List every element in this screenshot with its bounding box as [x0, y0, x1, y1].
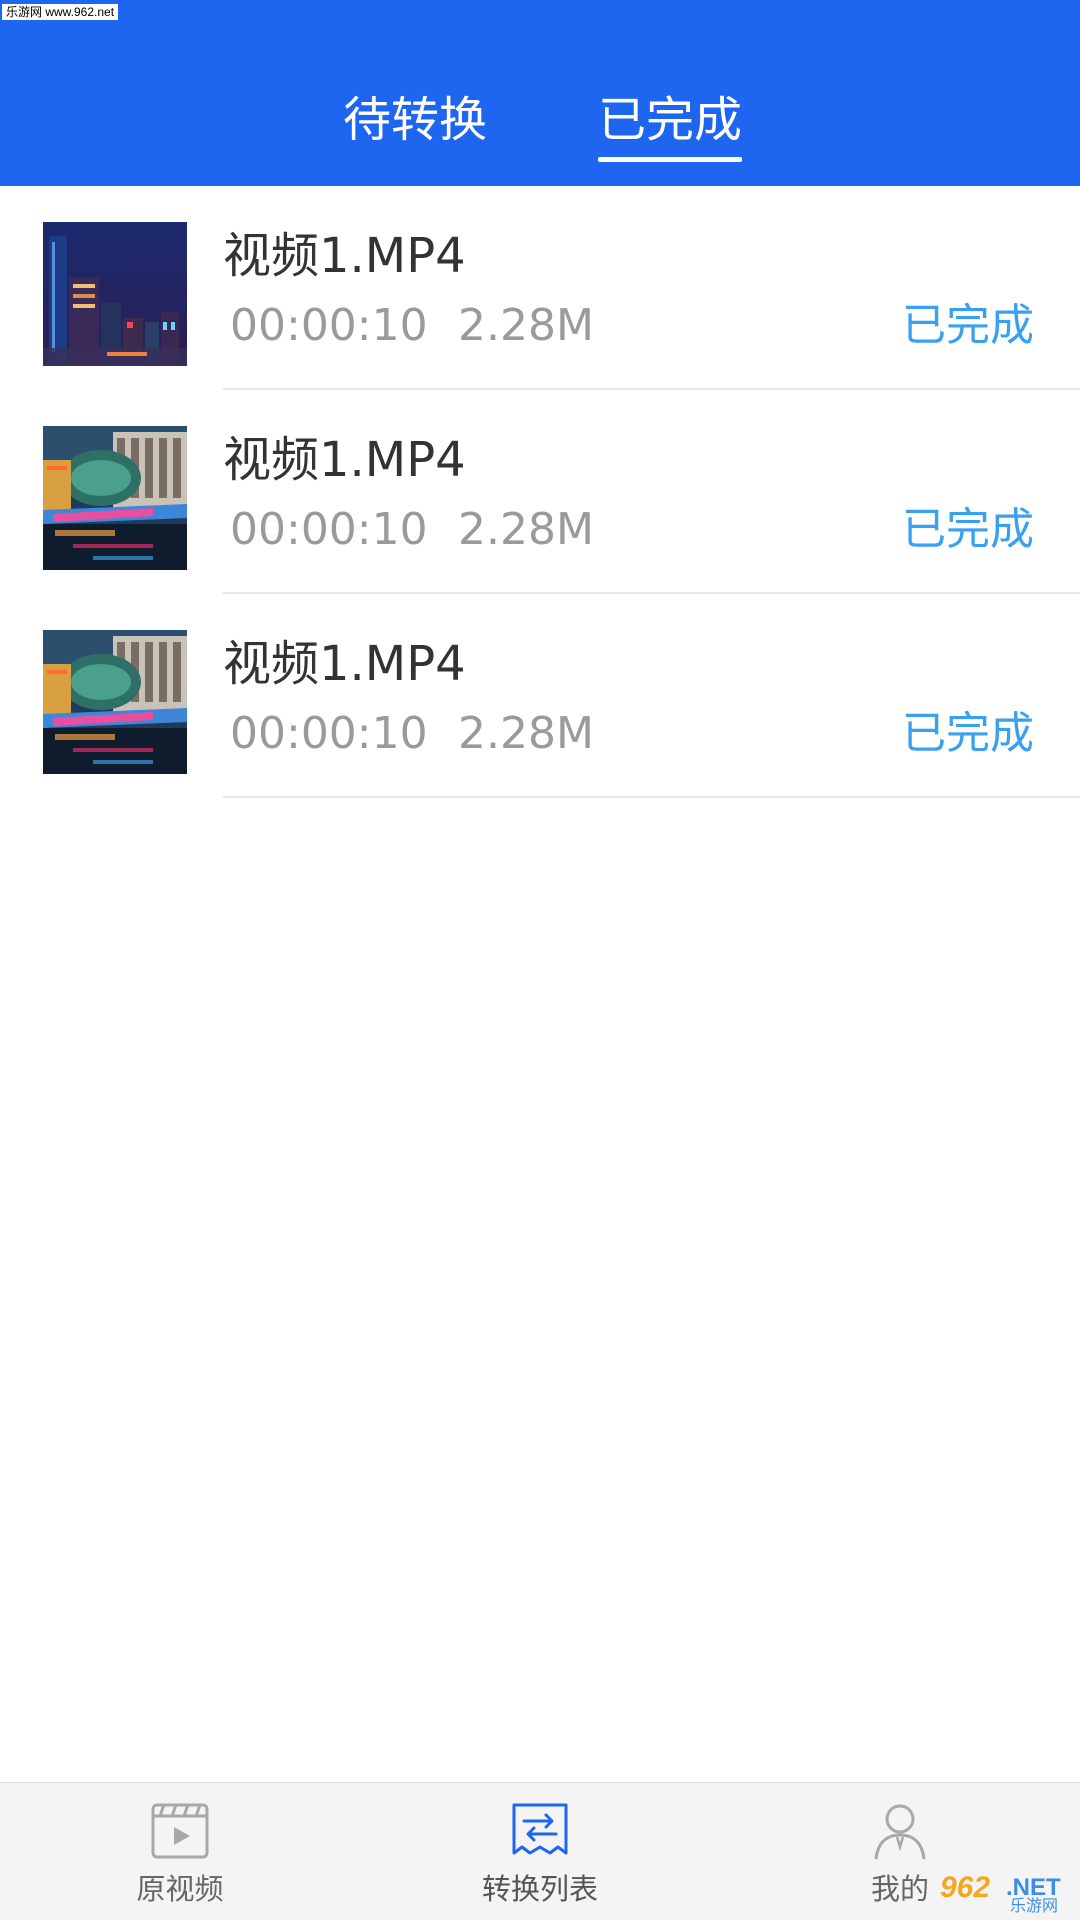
divider [223, 796, 1080, 798]
status-badge: 已完成 [902, 300, 1034, 351]
active-tab-indicator [598, 157, 742, 162]
nav-item-original-video[interactable]: 原视频 [80, 1783, 280, 1920]
video-clapper-icon [150, 1801, 210, 1861]
riverside-building-night-image [43, 426, 187, 570]
video-size: 2.28M [458, 708, 594, 759]
video-thumbnail [43, 426, 187, 570]
bottom-nav: 原视频 转换列表 我的 [0, 1782, 1080, 1920]
app-screen: 乐游网 www.962.net 待转换 已完成 视频1.MP4 00:00:10… [0, 0, 1080, 1920]
list-item[interactable]: 视频1.MP4 00:00:10 2.28M 已完成 [0, 390, 1080, 594]
list-item[interactable]: 视频1.MP4 00:00:10 2.28M 已完成 [0, 594, 1080, 798]
user-icon [870, 1801, 930, 1861]
video-thumbnail [43, 222, 187, 366]
video-title: 视频1.MP4 [223, 636, 466, 692]
video-duration: 00:00:10 [230, 300, 428, 351]
watermark-top: 乐游网 www.962.net [2, 4, 119, 20]
city-skyline-night-image [43, 222, 187, 366]
tab-pending[interactable]: 待转换 [330, 90, 500, 150]
list-item[interactable]: 视频1.MP4 00:00:10 2.28M 已完成 [0, 186, 1080, 390]
video-duration: 00:00:10 [230, 504, 428, 555]
video-title: 视频1.MP4 [223, 432, 466, 488]
nav-label: 转换列表 [481, 1872, 598, 1906]
watermark-number: 962 [940, 1871, 991, 1904]
tab-completed[interactable]: 已完成 [596, 90, 744, 150]
video-duration: 00:00:10 [230, 708, 428, 759]
header-bar: 乐游网 www.962.net 待转换 已完成 [0, 0, 1080, 186]
convert-list-icon [510, 1801, 570, 1861]
nav-item-convert-list[interactable]: 转换列表 [440, 1783, 640, 1920]
riverside-building-night-image [43, 630, 187, 774]
status-badge: 已完成 [902, 504, 1034, 555]
video-size: 2.28M [458, 504, 594, 555]
status-badge: 已完成 [902, 708, 1034, 759]
watermark-logo: 962 .NET 乐游网 [940, 1872, 1076, 1916]
video-title: 视频1.MP4 [223, 228, 466, 284]
video-thumbnail [43, 630, 187, 774]
video-size: 2.28M [458, 300, 594, 351]
watermark-cn: 乐游网 [1010, 1898, 1059, 1915]
video-list: 视频1.MP4 00:00:10 2.28M 已完成 视频1.MP4 00:00… [0, 186, 1080, 798]
nav-label: 原视频 [136, 1872, 224, 1906]
